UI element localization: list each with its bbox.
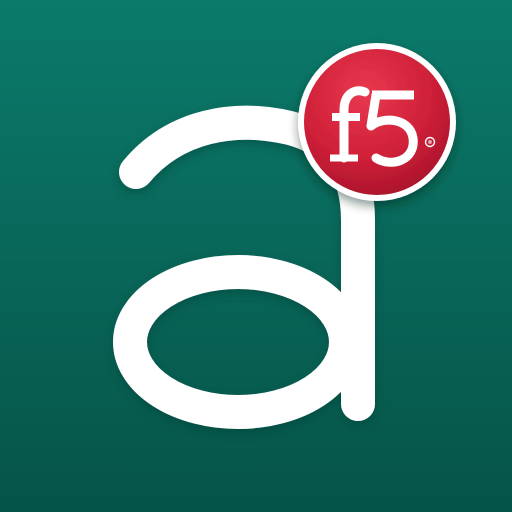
app-icon-artwork: ®	[0, 0, 512, 512]
f5-badge: ®	[298, 43, 456, 201]
svg-text:®: ®	[427, 140, 433, 146]
app-icon: ®	[0, 0, 512, 512]
